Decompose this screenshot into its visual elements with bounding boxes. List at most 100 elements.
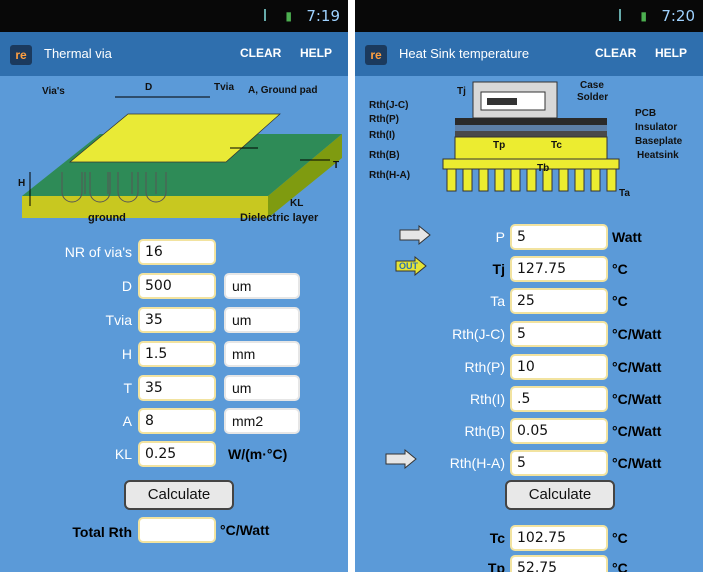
- battery-icon: ▮: [285, 9, 292, 23]
- tc-label: Tc: [489, 530, 505, 546]
- total-rth-label: Total Rth: [72, 524, 132, 540]
- tvia-field-label: Tvia: [105, 312, 132, 328]
- tvia-input[interactable]: 35: [138, 307, 216, 333]
- nr-vias-input[interactable]: 16: [138, 239, 216, 265]
- tb-diagram-label: Tb: [537, 163, 550, 174]
- kl-label: KL: [290, 198, 304, 209]
- ta-unit: °C: [612, 293, 628, 309]
- status-time: 7:19: [306, 7, 340, 25]
- tvia-unit-select[interactable]: um: [224, 307, 300, 333]
- nr-vias-label: NR of via's: [64, 244, 132, 260]
- rth-i-input[interactable]: .5: [510, 386, 608, 412]
- tc-diagram-label: Tc: [551, 140, 562, 151]
- tp-unit: °C: [612, 560, 628, 572]
- kl-input[interactable]: 0.25: [138, 441, 216, 467]
- status-bar: ▮ 7:20: [355, 0, 703, 32]
- heat-sink-screen: ▮ 7:20 re Heat Sink temperature CLEAR HE…: [355, 0, 703, 572]
- p-unit: Watt: [612, 229, 642, 245]
- tp-label: Tp: [487, 560, 505, 572]
- pcb-label: PCB: [635, 108, 657, 119]
- rth-p-unit: °C/Watt: [612, 359, 662, 375]
- d-label: D: [145, 82, 153, 93]
- kl-field-label: KL: [114, 446, 132, 462]
- ground-label: ground: [88, 212, 126, 224]
- h-input[interactable]: 1.5: [138, 341, 216, 367]
- p-label: P: [495, 229, 505, 245]
- tj-output[interactable]: 127.75: [510, 256, 608, 282]
- baseplate-label: Baseplate: [635, 136, 683, 147]
- tj-diagram-label: Tj: [457, 86, 466, 97]
- rth-jc-unit: °C/Watt: [612, 326, 662, 342]
- clear-button[interactable]: CLEAR: [240, 46, 281, 60]
- ground-pad-label: A, Ground pad: [248, 85, 318, 96]
- status-bar: ▮ 7:19: [0, 0, 348, 32]
- ta-label: Ta: [490, 293, 505, 309]
- page-title: Thermal via: [44, 46, 112, 61]
- action-bar: re Thermal via CLEAR HELP: [0, 32, 348, 76]
- kl-unit: W/(m·°C): [228, 446, 288, 462]
- action-bar: re Heat Sink temperature CLEAR HELP: [355, 32, 703, 76]
- tp-output[interactable]: 52.75: [510, 555, 608, 572]
- t-label: T: [333, 160, 340, 171]
- thermal-via-screen: ▮ 7:19 re Thermal via CLEAR HELP Via's D…: [0, 0, 348, 572]
- rth-p-input[interactable]: 10: [510, 354, 608, 380]
- rth-i-label: Rth(I): [470, 391, 505, 407]
- vias-label: Via's: [42, 86, 65, 97]
- tj-label: Tj: [492, 261, 505, 277]
- rth-b-input[interactable]: 0.05: [510, 418, 608, 444]
- rth-p-label: Rth(P): [464, 359, 505, 375]
- t-field-label: T: [123, 380, 132, 396]
- a-field-label: A: [122, 413, 132, 429]
- help-button[interactable]: HELP: [300, 46, 332, 60]
- dielectric-label: Dielectric layer: [240, 212, 319, 224]
- t-input[interactable]: 35: [138, 375, 216, 401]
- d-input[interactable]: 500: [138, 273, 216, 299]
- page-title: Heat Sink temperature: [399, 46, 530, 61]
- h-label: H: [18, 178, 26, 189]
- tc-output[interactable]: 102.75: [510, 525, 608, 551]
- tp-diagram-label: Tp: [493, 140, 506, 151]
- rth-b-diagram-label: Rth(B): [369, 150, 400, 161]
- d-unit-select[interactable]: um: [224, 273, 300, 299]
- t-unit-select[interactable]: um: [224, 375, 300, 401]
- tc-unit: °C: [612, 530, 628, 546]
- rth-jc-input[interactable]: 5: [510, 321, 608, 347]
- app-logo-icon: re: [365, 45, 387, 65]
- rth-ha-input[interactable]: 5: [510, 450, 608, 476]
- h-field-label: H: [121, 346, 132, 362]
- h-unit-select[interactable]: mm: [224, 341, 300, 367]
- ta-input[interactable]: 25: [510, 288, 608, 314]
- input-arrow-icon: [385, 449, 417, 469]
- rth-i-unit: °C/Watt: [612, 391, 662, 407]
- tvia-label: Tvia: [214, 82, 235, 93]
- a-input[interactable]: 8: [138, 408, 216, 434]
- d-field-label: D: [121, 278, 132, 294]
- rth-p-diagram-label: Rth(P): [369, 114, 399, 125]
- app-logo-icon: re: [10, 45, 32, 65]
- case-label: Case: [580, 80, 604, 91]
- signal-icon: [264, 9, 278, 21]
- rth-ha-unit: °C/Watt: [612, 455, 662, 471]
- total-rth-output[interactable]: [138, 517, 216, 543]
- rth-ha-diagram-label: Rth(H-A): [369, 170, 411, 181]
- ta-diagram-label: Ta: [619, 188, 630, 199]
- rth-jc-label: Rth(J-C): [452, 326, 505, 342]
- signal-icon: [619, 9, 633, 21]
- heatsink-label: Heatsink: [637, 150, 679, 161]
- help-button[interactable]: HELP: [655, 46, 687, 60]
- calculate-button[interactable]: Calculate: [505, 480, 615, 510]
- clear-button[interactable]: CLEAR: [595, 46, 636, 60]
- calculate-button[interactable]: Calculate: [124, 480, 234, 510]
- p-input[interactable]: 5: [510, 224, 608, 250]
- a-unit-select[interactable]: mm2: [224, 408, 300, 434]
- solder-label: Solder: [577, 92, 609, 103]
- insulator-label: Insulator: [635, 122, 678, 133]
- rth-b-unit: °C/Watt: [612, 423, 662, 439]
- battery-icon: ▮: [640, 9, 647, 23]
- rth-i-diagram-label: Rth(I): [369, 130, 396, 141]
- rth-jc-diagram-label: Rth(J-C): [369, 100, 409, 111]
- total-rth-unit: °C/Watt: [220, 522, 270, 538]
- status-time: 7:20: [661, 7, 695, 25]
- tj-unit: °C: [612, 261, 628, 277]
- rth-b-label: Rth(B): [464, 423, 505, 439]
